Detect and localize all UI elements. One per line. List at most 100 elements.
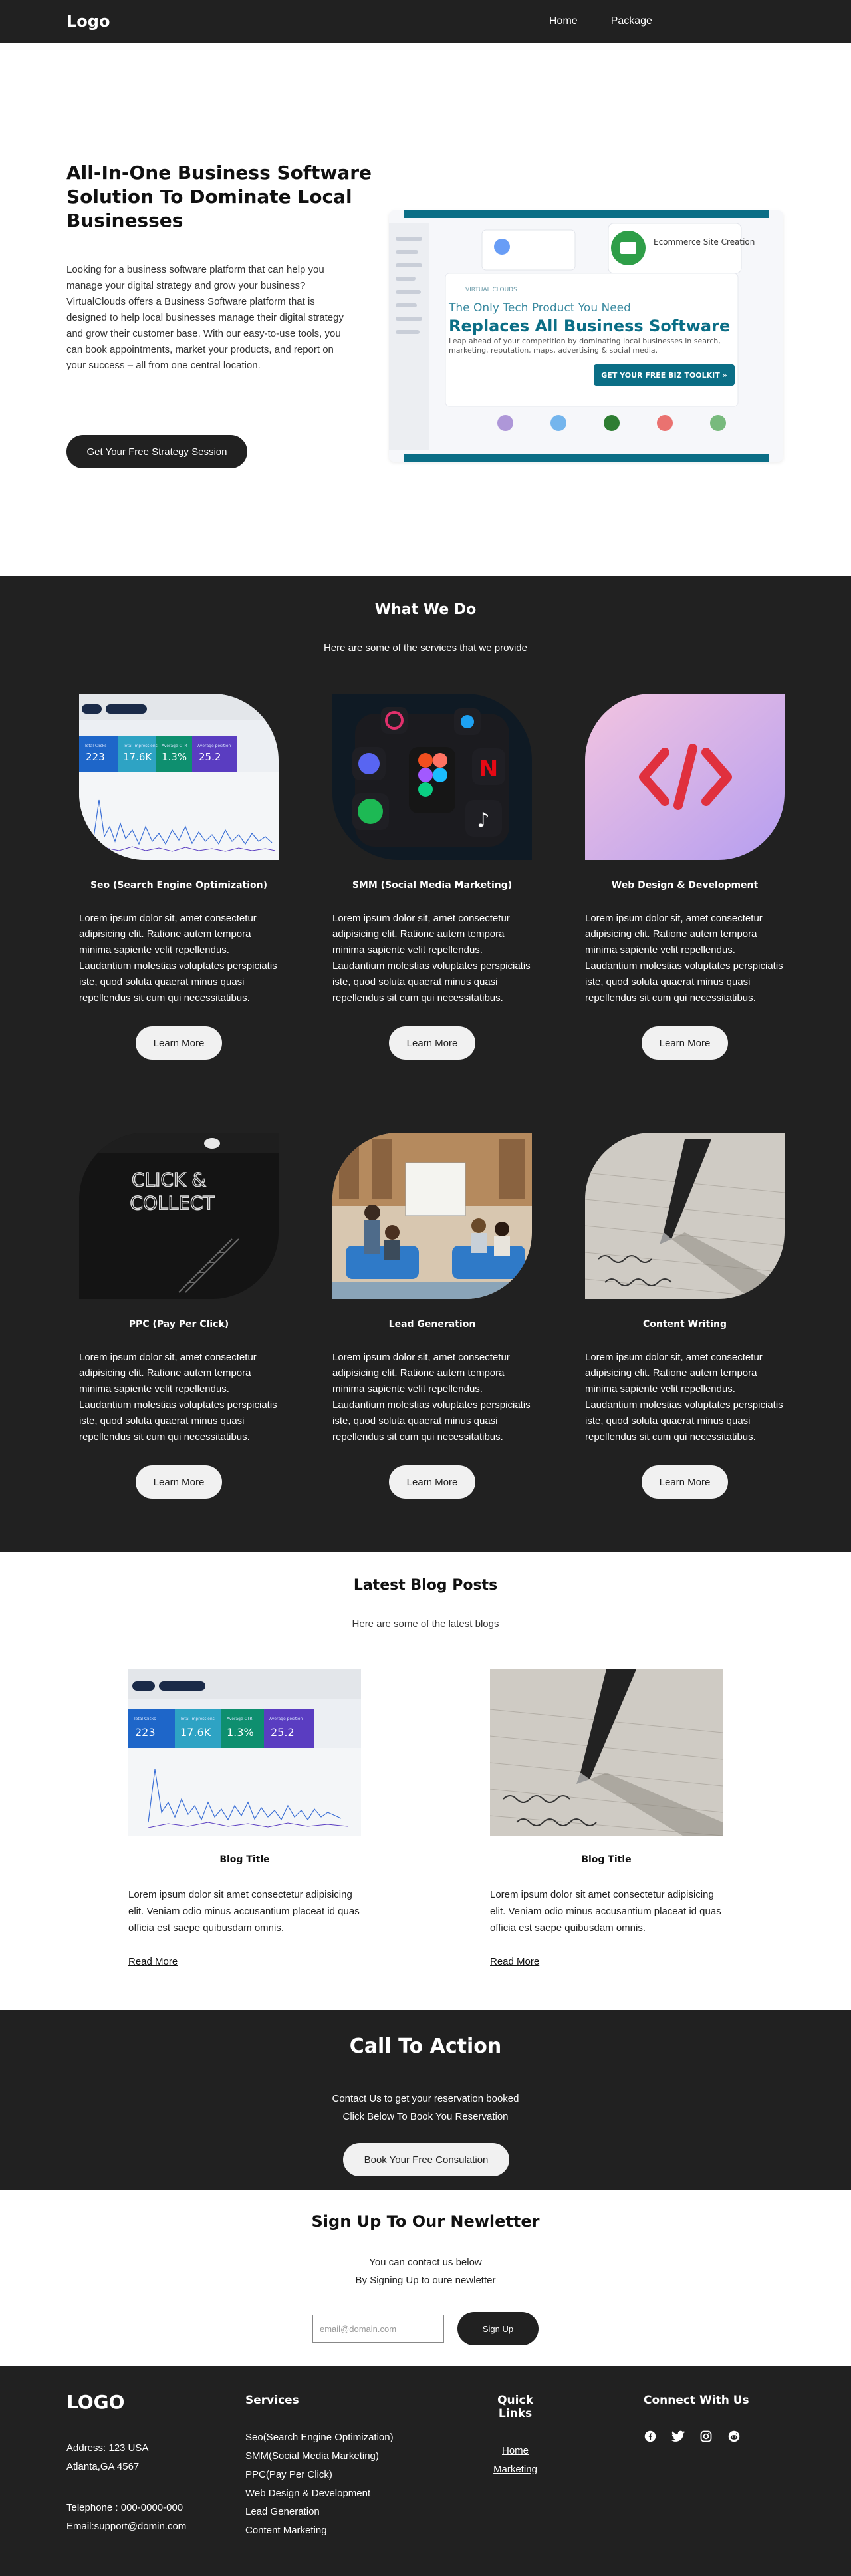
hero-image-button: GET YOUR FREE BIZ TOOLKIT » (601, 371, 727, 380)
hero-brand: VIRTUAL CLOUDS (465, 287, 517, 293)
social-icons (644, 2430, 749, 2443)
netflix-logo-glyph: N (479, 756, 498, 782)
footer-service-item: Content Marketing (245, 2525, 327, 2536)
footer-services: Services Seo(Search Engine Optimization)… (245, 2394, 394, 2540)
service-card-web-design: Web Design & Development Lorem ipsum dol… (585, 694, 785, 1060)
service-image-content-writing (585, 1133, 785, 1299)
footer-link-marketing[interactable]: Marketing (480, 2460, 550, 2479)
hero-tagline: The Only Tech Product You Need (448, 301, 631, 315)
service-card-content-writing: Content Writing Lorem ipsum dolor sit, a… (585, 1133, 785, 1499)
read-more-link[interactable]: Read More (128, 1956, 178, 1967)
newsletter-email-input[interactable] (312, 2315, 444, 2343)
footer-link-home[interactable]: Home (480, 2442, 550, 2460)
service-title: Seo (Search Engine Optimization) (90, 880, 268, 891)
learn-more-button[interactable]: Learn More (389, 1465, 475, 1499)
footer-service-item: Web Design & Development (245, 2488, 371, 2499)
stat-value-average-position: 25.2 (199, 751, 221, 763)
stat-label-average-ctr: Average CTR (227, 1717, 253, 1721)
blog-post-excerpt: Lorem ipsum dolor sit amet consectetur a… (490, 1889, 721, 1933)
blog-post-card: Blog Title Lorem ipsum dolor sit amet co… (490, 1669, 723, 1968)
code-icon-graphic (585, 694, 785, 860)
footer-phone: Telephone : 000-0000-000 (66, 2502, 183, 2513)
footer-connect: Connect With Us (644, 2394, 749, 2443)
book-consultation-button[interactable]: Book Your Free Consulation (343, 2143, 509, 2176)
services-subtitle: Here are some of the services that we pr… (324, 643, 527, 654)
blog-post-card: Total Clicks Total impressions Average C… (128, 1669, 361, 1968)
learn-more-button[interactable]: Learn More (642, 1465, 728, 1499)
stat-value-total-clicks: 223 (86, 751, 105, 763)
cta-line-1: Contact Us to get your reservation booke… (332, 2093, 519, 2104)
blog-subtitle: Here are some of the latest blogs (352, 1618, 499, 1630)
reddit-icon[interactable] (727, 2430, 741, 2443)
footer-address-line-1: Address: 123 USA (66, 2442, 149, 2454)
top-nav: Logo Home Package (0, 0, 851, 43)
blog-post-excerpt: Lorem ipsum dolor sit amet consectetur a… (128, 1889, 360, 1933)
fountain-pen-graphic (490, 1669, 723, 1836)
footer-address: Address: 123 USA Atlanta,GA 4567 (66, 2439, 148, 2476)
newsletter-line-1: You can contact us below (369, 2257, 482, 2268)
stat-value-total-impressions: 17.6K (180, 1726, 211, 1739)
services-title: What We Do (374, 601, 477, 618)
services-section: What We Do Here are some of the services… (0, 576, 851, 1552)
hero-title: All-In-One Business Software Solution To… (66, 162, 372, 231)
service-card-smm: N ♪ SMM (Social Media Marketing) Lorem i… (332, 694, 532, 1060)
service-image-web-design (585, 694, 785, 860)
service-description: Lorem ipsum dolor sit, amet consectetur … (79, 913, 277, 1004)
service-title: Content Writing (643, 1319, 727, 1330)
footer-services-list: Seo(Search Engine Optimization) SMM(Soci… (245, 2428, 394, 2540)
tiktok-logo-glyph: ♪ (477, 809, 489, 832)
stat-label-total-impressions: Total impressions (122, 744, 158, 748)
learn-more-button[interactable]: Learn More (136, 1026, 222, 1060)
learn-more-button[interactable]: Learn More (389, 1026, 475, 1060)
service-image-ppc: CLICK & COLLECT (79, 1133, 279, 1299)
service-title: SMM (Social Media Marketing) (352, 880, 513, 891)
service-image-lead-generation (332, 1133, 532, 1299)
facebook-icon[interactable] (644, 2430, 657, 2443)
service-image-seo: Total Clicks Total impressions Average C… (79, 694, 279, 860)
fountain-pen-graphic (585, 1133, 785, 1299)
service-title: PPC (Pay Per Click) (128, 1319, 229, 1330)
blog-post-title: Blog Title (581, 1854, 632, 1865)
hero-description: Looking for a business software platform… (66, 264, 344, 371)
learn-more-button[interactable]: Learn More (136, 1465, 222, 1499)
hero-section: All-In-One Business Software Solution To… (0, 43, 851, 576)
footer-address-line-2: Atlanta,GA 4567 (66, 2461, 140, 2472)
stat-value-average-ctr: 1.3% (227, 1726, 254, 1739)
stat-value-total-clicks: 223 (135, 1726, 156, 1739)
service-image-smm: N ♪ (332, 694, 532, 860)
stat-label-total-impressions: Total impressions (180, 1717, 215, 1721)
newsletter-section: Sign Up To Our Newletter You can contact… (0, 2190, 851, 2366)
stat-label-average-position: Average position (197, 744, 231, 748)
stat-label-average-position: Average position (269, 1717, 303, 1721)
service-card-seo: Total Clicks Total impressions Average C… (79, 694, 279, 1060)
social-apps-graphic: N ♪ (332, 694, 532, 860)
read-more-link[interactable]: Read More (490, 1956, 539, 1967)
office-meeting-graphic (332, 1133, 532, 1299)
hero-image-graphic: Ecommerce Site Creation VIRTUAL CLOUDS T… (389, 210, 783, 462)
nav-logo[interactable]: Logo (66, 12, 110, 31)
service-description: Lorem ipsum dolor sit, amet consectetur … (332, 1352, 531, 1443)
nav-link-package[interactable]: Package (611, 15, 652, 27)
nav-link-home[interactable]: Home (549, 15, 578, 27)
footer-service-item: SMM(Social Media Marketing) (245, 2450, 379, 2462)
learn-more-button[interactable]: Learn More (642, 1026, 728, 1060)
footer-logo[interactable]: LOGO (66, 2391, 124, 2413)
service-description: Lorem ipsum dolor sit, amet consectetur … (585, 1352, 783, 1443)
footer-service-item: Lead Generation (245, 2506, 320, 2517)
footer-service-item: PPC(Pay Per Click) (245, 2469, 332, 2480)
twitter-icon[interactable] (671, 2430, 685, 2443)
stat-label-total-clicks: Total Clicks (84, 744, 106, 748)
footer-services-title: Services (245, 2394, 299, 2407)
instagram-icon[interactable] (699, 2430, 713, 2443)
analytics-dashboard-graphic: Total Clicks Total impressions Average C… (128, 1669, 361, 1836)
neon-sign-line-1: CLICK & (132, 1169, 206, 1191)
stat-value-total-impressions: 17.6K (123, 751, 152, 763)
service-description: Lorem ipsum dolor sit, amet consectetur … (585, 913, 783, 1004)
stat-value-average-ctr: 1.3% (162, 751, 187, 763)
service-title: Web Design & Development (611, 880, 759, 891)
stat-label-total-clicks: Total Clicks (133, 1717, 156, 1721)
sign-up-button[interactable]: Sign Up (457, 2312, 539, 2345)
free-strategy-session-button[interactable]: Get Your Free Strategy Session (66, 435, 247, 468)
blog-post-image (490, 1669, 723, 1836)
stat-label-average-ctr: Average CTR (162, 744, 187, 748)
